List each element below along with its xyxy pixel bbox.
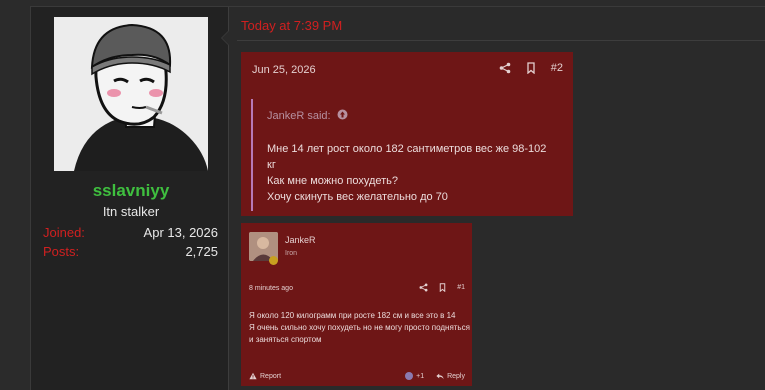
quote-author[interactable]: JankeR said: [267, 109, 348, 123]
message-header-divider [237, 40, 765, 41]
reaction-icon [405, 372, 414, 380]
message-arrow-inner [222, 30, 230, 46]
embedded-post-1: Jun 25, 2026 #2 JankeR said: Мне 14 лет … [241, 52, 573, 216]
message-timestamp[interactable]: Today at 7:39 PM [241, 18, 342, 33]
bookmark-icon[interactable] [525, 62, 537, 75]
embed1-post-number[interactable]: #2 [551, 62, 563, 74]
user-title: Itn stalker [102, 204, 160, 219]
share-icon[interactable] [419, 283, 428, 292]
embed2-time-ago[interactable]: 8 minutes ago [249, 285, 293, 292]
embed1-date[interactable]: Jun 25, 2026 [252, 64, 316, 76]
reaction-count: +1 [416, 372, 425, 380]
embed2-post-number[interactable]: #1 [457, 284, 465, 291]
reply-label: Reply [447, 372, 465, 380]
embed2-rank: Iron [285, 250, 298, 257]
quote-line: Хочу скинуть вес желательно до 70 [267, 191, 448, 203]
embedded-post-2: JankeR Iron 8 minutes ago #1 Я около 120… [241, 223, 472, 386]
bookmark-icon[interactable] [438, 283, 447, 293]
embed2-line: Я около 120 килограмм при росте 182 см и… [249, 311, 456, 320]
embed2-actions: #1 [419, 283, 465, 293]
quote-author-label: JankeR said: [267, 110, 331, 122]
quote-block: JankeR said: Мне 14 лет рост около 182 с… [251, 99, 563, 211]
embed2-line: Я очень сильно хочу похудеть но не могу … [249, 323, 470, 344]
report-label: Report [260, 372, 282, 380]
report-button[interactable]: Report [249, 372, 281, 380]
stat-joined: Joined: Apr 13, 2026 [43, 225, 218, 240]
stat-posts: Posts: 2,725 [43, 244, 218, 259]
arrow-up-circle-icon[interactable] [337, 109, 348, 123]
post-container: sslavniyy Itn stalker Joined: Apr 13, 20… [30, 6, 765, 390]
message-column: Today at 7:39 PM Jun 25, 2026 #2 JankeR … [221, 7, 765, 390]
embed2-footer: Report +1 Reply [249, 372, 465, 380]
share-icon[interactable] [499, 62, 511, 74]
reply-icon [436, 373, 444, 380]
online-status-dot [269, 256, 278, 265]
reply-button[interactable]: Reply [436, 372, 465, 380]
stat-posts-value: 2,725 [185, 244, 218, 259]
stat-joined-label: Joined: [43, 225, 85, 240]
embed2-body: Я около 120 килограмм при росте 182 см и… [249, 310, 471, 346]
user-info-column: sslavniyy Itn stalker Joined: Apr 13, 20… [31, 7, 231, 390]
user-avatar[interactable] [54, 17, 208, 171]
embed2-author[interactable]: JankeR [285, 235, 316, 245]
username[interactable]: sslavniyy [31, 181, 231, 201]
quote-line: Как мне можно похудеть? [267, 175, 399, 187]
reaction-summary[interactable]: +1 [405, 372, 424, 380]
quote-line: Мне 14 лет рост около 182 сантиметров ве… [267, 143, 547, 171]
quote-text: Мне 14 лет рост около 182 сантиметров ве… [267, 141, 557, 205]
embed1-actions: #2 [499, 62, 563, 75]
stat-joined-value: Apr 13, 2026 [143, 225, 218, 240]
alert-icon [249, 372, 257, 380]
embed2-footer-right: +1 Reply [405, 372, 465, 380]
stat-posts-label: Posts: [43, 244, 80, 259]
avatar-drawing [54, 17, 208, 171]
